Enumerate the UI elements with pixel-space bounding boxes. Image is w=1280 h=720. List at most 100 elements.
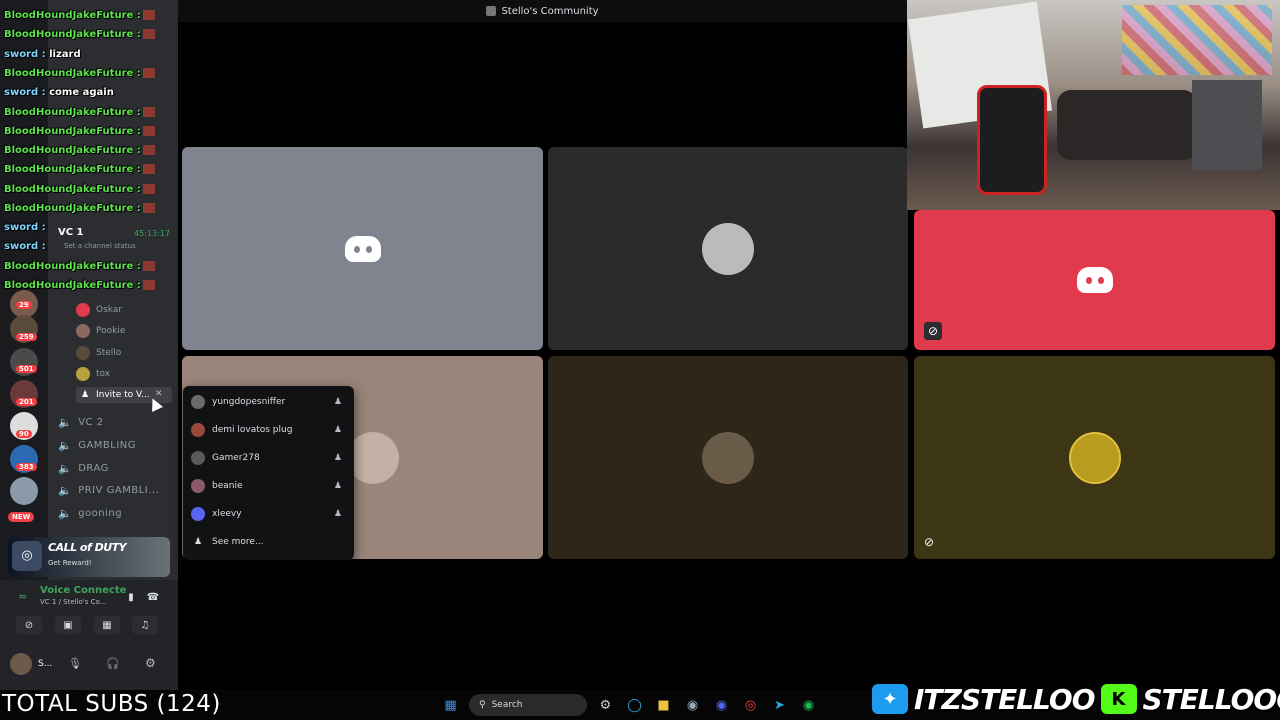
avatar: [1068, 431, 1121, 484]
user-avatar: [76, 324, 90, 338]
user-name: S...: [38, 659, 53, 669]
camera-off-button[interactable]: ⊘: [16, 616, 42, 634]
social-handles: ✦ ITZSTELLOO K STELLOOO: [872, 680, 1280, 718]
invite-user-item[interactable]: yungdopesniffer ♟: [191, 391, 346, 413]
vc-user-name: Pookie: [96, 326, 126, 336]
server-badge: 29: [16, 301, 32, 309]
channel-priv-gambling[interactable]: 🔈 PRIV GAMBLI...: [58, 484, 159, 497]
avatar: [191, 451, 205, 465]
voice-status: Voice Connecte: [40, 585, 127, 596]
server-badge: 383: [16, 463, 37, 471]
promo-banner[interactable]: ◎ CALL of DUTY Get Reward!: [8, 537, 170, 577]
vc-user-name: tox: [96, 369, 111, 379]
chat-message: sword :: [4, 222, 46, 233]
vc-user[interactable]: tox: [76, 367, 110, 381]
channel-gambling[interactable]: 🔈 GAMBLING: [58, 439, 136, 452]
chat-message: BloodHoundJakeFuture :: [4, 10, 155, 21]
server-badge: 501: [16, 365, 37, 373]
folder-icon[interactable]: ■: [649, 693, 678, 717]
avatar: [191, 423, 205, 437]
window-title: Stello's Community: [501, 5, 599, 17]
discord-logo-icon: [344, 235, 381, 262]
windows-taskbar: ▦ ⚲ Search ⚙ ◯ ■ ◉ ◉ ◎ ➤ ◉: [436, 693, 823, 717]
speaker-icon: 🔈: [58, 507, 73, 520]
invite-user-item[interactable]: demi lovatos plug ♟: [191, 419, 346, 441]
steam-icon[interactable]: ◉: [678, 693, 707, 717]
headphones-icon[interactable]: 🎧: [106, 657, 120, 670]
signal-icon: ≈: [18, 590, 28, 603]
server-badge: 259: [16, 333, 37, 341]
channel-vc2[interactable]: 🔈 VC 2: [58, 416, 104, 429]
kick-handle: STELLOOO: [1142, 682, 1280, 716]
gear-icon[interactable]: ⚙: [145, 656, 156, 670]
kick-icon: K: [1100, 684, 1137, 714]
invite-user-item[interactable]: xleevy ♟: [191, 503, 346, 525]
screen-share-button[interactable]: ▣: [55, 616, 81, 634]
user-avatar: [76, 346, 90, 360]
speaker-icon: 🔈: [58, 484, 73, 497]
spotify-icon[interactable]: ◉: [794, 693, 823, 717]
participant-tile[interactable]: ⊘: [914, 210, 1275, 350]
user-avatar: [76, 303, 90, 317]
invite-user-item[interactable]: beanie ♟: [191, 475, 346, 497]
add-user-icon[interactable]: ♟: [334, 397, 342, 407]
webcam-feed: [907, 0, 1280, 210]
add-user-icon[interactable]: ♟: [334, 509, 342, 519]
microphone-icon[interactable]: 🎙: [68, 657, 82, 670]
activities-button[interactable]: ▦: [94, 616, 120, 634]
participant-tile[interactable]: ⊘: [914, 356, 1275, 559]
chat-message: BloodHoundJakeFuture :: [4, 68, 155, 79]
participant-tile[interactable]: [548, 147, 908, 350]
chrome-icon[interactable]: ◎: [736, 693, 765, 717]
vc-user[interactable]: Pookie: [76, 324, 125, 338]
channel-gooning[interactable]: 🔈 gooning: [58, 507, 122, 520]
invite-popup: yungdopesniffer ♟ demi lovatos plug ♟ Ga…: [183, 386, 354, 560]
speaker-icon: 🔈: [58, 416, 73, 429]
participant-tile[interactable]: [182, 147, 543, 350]
telegram-icon[interactable]: ➤: [765, 693, 794, 717]
soundboard-button[interactable]: ♫: [132, 616, 158, 634]
chat-message: BloodHoundJakeFuture :: [4, 280, 155, 291]
chat-message: sword : come again: [4, 87, 114, 98]
server-icon[interactable]: [10, 477, 38, 505]
discord-icon[interactable]: ◉: [707, 693, 736, 717]
participant-tile[interactable]: [548, 356, 908, 559]
invite-label: Invite to V...: [96, 390, 150, 400]
vc-user[interactable]: Stello: [76, 346, 121, 360]
chat-message: BloodHoundJakeFuture :: [4, 164, 155, 175]
game-logo-icon: ◎: [12, 541, 42, 571]
discord-sidebar: 29 259 501 201 90 383 NEW VC 1 45:13:17 …: [0, 0, 178, 690]
chat-message: BloodHoundJakeFuture :: [4, 261, 155, 272]
edge-icon[interactable]: ◯: [620, 693, 649, 717]
avatar: [191, 507, 205, 521]
invite-user-item[interactable]: Gamer278 ♟: [191, 447, 346, 469]
vc1-channel-status[interactable]: Set a channel status: [64, 242, 136, 250]
new-badge: NEW: [8, 512, 35, 522]
channel-drag[interactable]: 🔈 DRAG: [58, 462, 109, 475]
user-panel[interactable]: S...: [10, 653, 52, 675]
vc-user-name: Stello: [96, 348, 122, 358]
total-subs-label: TOTAL SUBS (124): [2, 691, 221, 717]
add-user-icon[interactable]: ♟: [334, 453, 342, 463]
twitter-handle: ITZSTELLOO: [914, 682, 1096, 716]
chat-message: BloodHoundJakeFuture :: [4, 145, 155, 156]
vc-user-name: Oskar: [96, 305, 123, 315]
vc1-title[interactable]: VC 1: [58, 227, 84, 238]
add-user-icon[interactable]: ♟: [334, 425, 342, 435]
window-titlebar: Stello's Community: [178, 0, 907, 22]
add-user-icon[interactable]: ♟: [334, 481, 342, 491]
taskbar-search[interactable]: ⚲ Search: [469, 694, 587, 716]
chat-message: sword : lizard: [4, 49, 81, 60]
chat-message: BloodHoundJakeFuture :: [4, 126, 155, 137]
vc1-timer: 45:13:17: [134, 229, 170, 238]
mic-muted-icon: ⊘: [924, 322, 943, 340]
promo-subtitle: Get Reward!: [48, 559, 92, 567]
speaker-icon: 🔈: [58, 462, 73, 475]
vc-user[interactable]: Oskar: [76, 303, 122, 317]
see-more-button[interactable]: ♟ See more...: [191, 531, 346, 553]
settings-icon[interactable]: ⚙: [591, 693, 620, 717]
promo-title: CALL of DUTY: [48, 541, 127, 554]
windows-start-icon[interactable]: ▦: [436, 693, 465, 717]
voice-channel[interactable]: VC 1 / Stello's Co...: [40, 598, 106, 606]
disconnect-icon[interactable]: ☎: [140, 588, 166, 606]
